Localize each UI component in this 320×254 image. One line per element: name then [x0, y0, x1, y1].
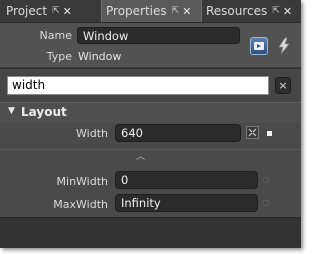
- width-label: Width: [76, 127, 108, 140]
- tab-resources[interactable]: Resources ⇱ ✕: [202, 0, 296, 22]
- tab-project[interactable]: Project ⇱ ✕: [2, 0, 76, 22]
- name-field[interactable]: Window: [77, 27, 240, 44]
- pin-icon[interactable]: ⇱: [272, 6, 280, 16]
- clear-search-button[interactable]: ×: [275, 77, 291, 94]
- divider: [0, 149, 301, 150]
- property-marker[interactable]: [263, 177, 269, 183]
- type-value: Window: [78, 50, 122, 63]
- search-input[interactable]: width: [7, 76, 269, 95]
- minwidth-label: MinWidth: [56, 175, 108, 188]
- category-header[interactable]: ▼ Layout: [0, 102, 301, 123]
- type-label: Type: [46, 50, 72, 63]
- search-row: width ×: [0, 68, 301, 103]
- maxwidth-label: MaxWidth: [53, 198, 108, 211]
- tab-label: Project: [6, 4, 48, 18]
- tab-properties[interactable]: Properties ⇱ ✕: [101, 0, 202, 22]
- pin-icon[interactable]: ⇱: [52, 6, 60, 16]
- triangle-down-icon[interactable]: ▼: [8, 106, 15, 116]
- property-marker[interactable]: [267, 131, 272, 136]
- tab-label: Resources: [206, 4, 268, 18]
- advanced-options-icon[interactable]: [246, 126, 259, 139]
- chevron-up-icon[interactable]: ︿: [136, 149, 145, 162]
- maxwidth-field[interactable]: Infinity: [115, 194, 258, 212]
- close-icon[interactable]: ✕: [63, 5, 72, 18]
- tab-label: Properties: [106, 4, 167, 18]
- minwidth-field[interactable]: 0: [115, 171, 258, 189]
- properties-panel: Project ⇱ ✕ Properties ⇱ ✕ Resources ⇱ ✕…: [0, 0, 301, 248]
- close-icon[interactable]: ✕: [182, 5, 191, 18]
- properties-view-button[interactable]: [250, 37, 268, 55]
- category-title: Layout: [21, 105, 67, 119]
- close-icon[interactable]: ✕: [283, 5, 292, 18]
- events-view-button[interactable]: [275, 37, 293, 55]
- pin-icon[interactable]: ⇱: [172, 6, 180, 16]
- name-label: Name: [39, 29, 72, 42]
- property-marker[interactable]: [263, 200, 269, 206]
- properties-icon: [254, 42, 264, 50]
- element-header: Name Window Type Window: [0, 23, 301, 67]
- events-lightning-icon: [278, 37, 290, 55]
- tab-strip: Project ⇱ ✕ Properties ⇱ ✕ Resources ⇱ ✕: [0, 0, 301, 23]
- width-field[interactable]: 640: [115, 124, 241, 142]
- panel-footer: [0, 217, 301, 248]
